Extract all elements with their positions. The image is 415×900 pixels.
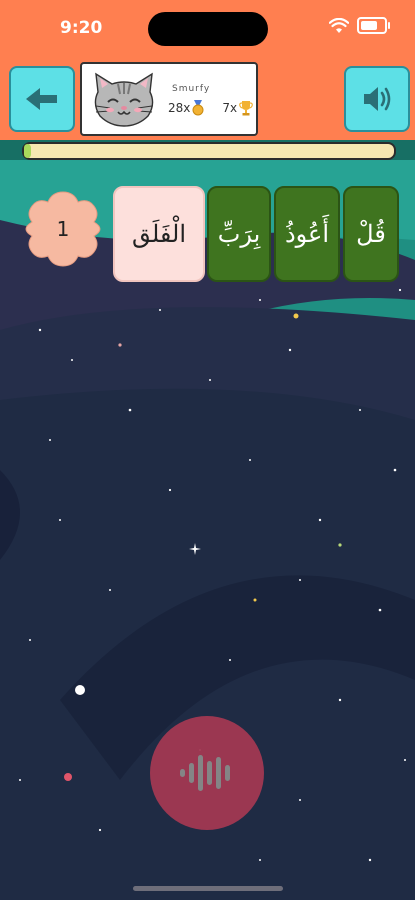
profile-card[interactable]: Smurfy 28x 7x <box>80 62 258 136</box>
app-screen: 9:20 Smurfy 28x 7x 1 الْفَلَق بِرَبِّ أَ… <box>0 0 415 900</box>
word-tile-current[interactable]: الْفَلَق <box>113 186 205 282</box>
word-text: قُلْ <box>356 220 386 248</box>
home-indicator <box>133 886 283 891</box>
cat-avatar-icon <box>94 72 154 127</box>
profile-stats: 28x 7x <box>168 100 253 116</box>
verse-number: 1 <box>56 217 70 241</box>
word-text: الْفَلَق <box>131 220 187 248</box>
word-text: بِرَبِّ <box>217 220 261 248</box>
speaker-icon <box>364 87 391 111</box>
back-button[interactable] <box>9 66 75 132</box>
medal-count: 28x <box>168 101 191 115</box>
trophy-icon <box>239 101 253 116</box>
medal-icon <box>192 100 204 116</box>
arrow-left-icon <box>26 88 57 110</box>
lesson-progress-fill <box>24 144 32 158</box>
sound-button[interactable] <box>344 66 410 132</box>
top-header: 9:20 Smurfy 28x 7x <box>0 0 415 140</box>
lesson-progress-bar <box>22 142 396 160</box>
battery-icon <box>357 17 390 34</box>
dynamic-island <box>148 12 268 46</box>
trophy-count: 7x <box>222 101 238 115</box>
word-tile-completed[interactable]: بِرَبِّ <box>207 186 271 282</box>
trophy-stat: 7x <box>222 100 253 116</box>
verse-number-badge: 1 <box>16 188 110 270</box>
word-tile-completed[interactable]: أَعُوذُ <box>274 186 340 282</box>
wifi-icon <box>329 17 349 33</box>
medal-stat: 28x <box>168 100 204 116</box>
waveform-icon <box>180 755 230 791</box>
status-time: 9:20 <box>60 18 103 38</box>
word-text: أَعُوذُ <box>284 220 330 248</box>
profile-name: Smurfy <box>172 84 211 94</box>
record-button[interactable] <box>150 716 264 830</box>
word-tile-completed[interactable]: قُلْ <box>343 186 399 282</box>
status-icons <box>329 17 390 34</box>
